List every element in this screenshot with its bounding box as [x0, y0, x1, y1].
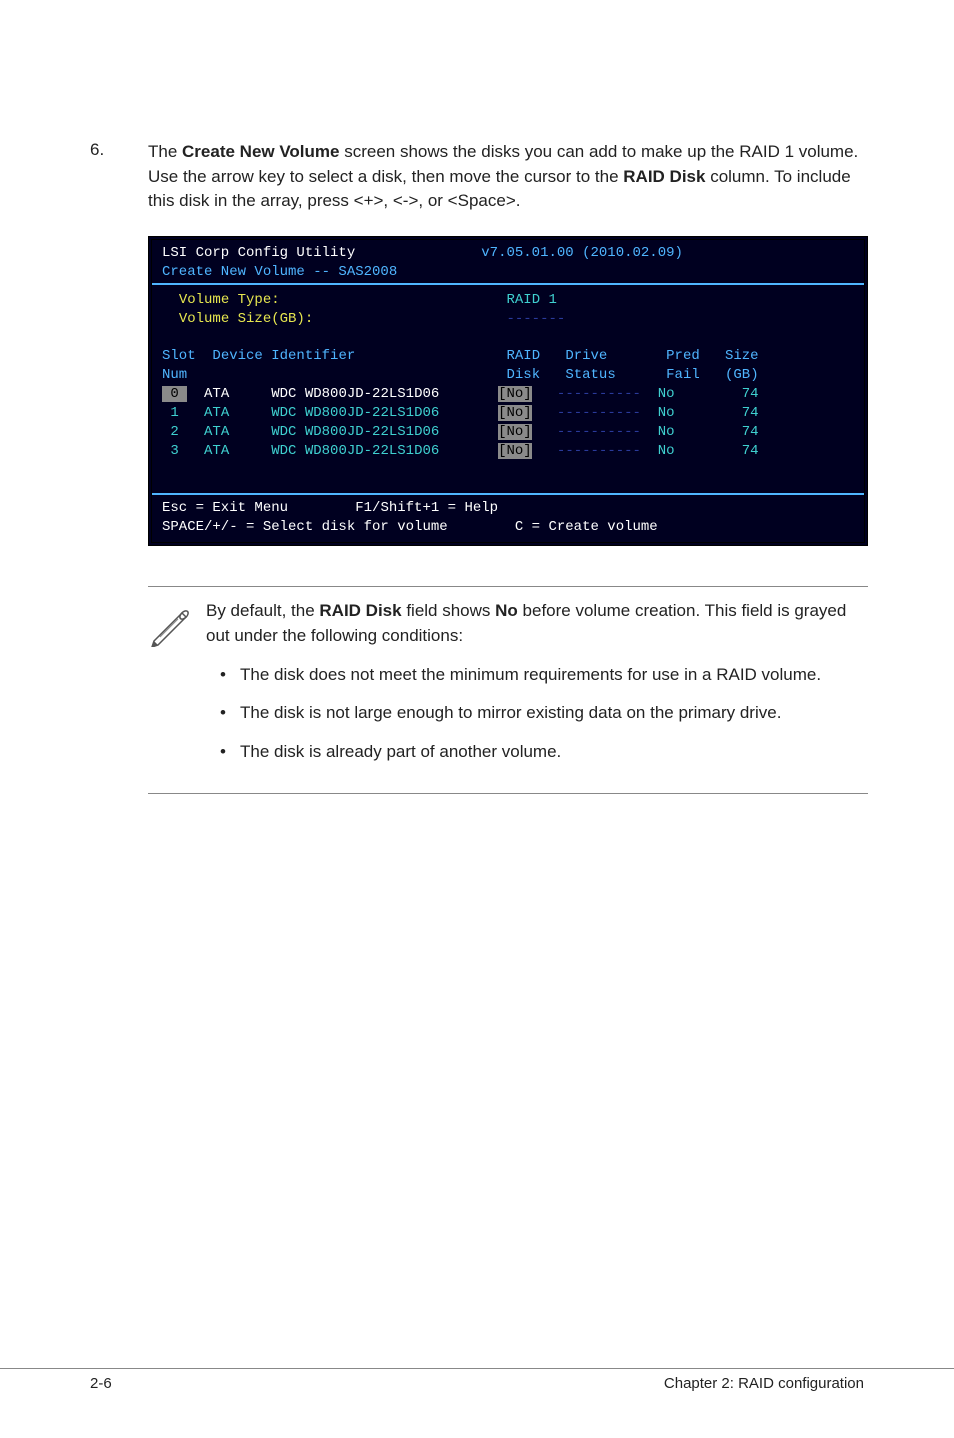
size-gb: 74 — [742, 405, 759, 421]
bold-raid-disk: RAID Disk — [623, 167, 705, 186]
size-gb: 74 — [742, 443, 759, 459]
col-headers-l2: Num Disk Status Fail (GB) — [162, 366, 854, 385]
device-id: ATA WDC WD800JD-22LS1D06 — [204, 424, 439, 440]
pred-fail: No — [658, 405, 675, 421]
note-bullet: The disk is already part of another volu… — [206, 740, 868, 765]
note-text-frag: field shows — [402, 601, 496, 620]
note-bold-raid-disk: RAID Disk — [319, 601, 401, 620]
device-id: ATA WDC WD800JD-22LS1D06 — [204, 386, 439, 402]
terminal-footer: Esc = Exit Menu F1/Shift+1 = Help SPACE/… — [152, 495, 864, 543]
chapter-title: Chapter 2: RAID configuration — [664, 1375, 864, 1392]
slot-num: 1 — [162, 405, 187, 421]
hdr-fail: Fail — [666, 367, 700, 383]
hdr-gb: (GB) — [725, 367, 759, 383]
hint-esc: Esc = Exit Menu — [162, 500, 288, 516]
bold-create-new-volume: Create New Volume — [182, 142, 339, 161]
note-bullet-list: The disk does not meet the minimum requi… — [206, 663, 868, 765]
pred-fail: No — [658, 386, 675, 402]
hdr-disk: Disk — [506, 367, 540, 383]
page-number: 2-6 — [90, 1375, 112, 1392]
document-page: 6. The Create New Volume screen shows th… — [0, 0, 954, 834]
page-footer: 2-6 Chapter 2: RAID configuration — [0, 1368, 954, 1392]
device-id: ATA WDC WD800JD-22LS1D06 — [204, 405, 439, 421]
vol-size-line: Volume Size(GB): ------- — [162, 310, 854, 329]
text-frag: The — [148, 142, 182, 161]
hdr-status: Status — [565, 367, 615, 383]
terminal-body: Volume Type: RAID 1 Volume Size(GB): ---… — [152, 285, 864, 495]
vol-type-line: Volume Type: RAID 1 — [162, 291, 854, 310]
note-bold-no: No — [495, 601, 518, 620]
device-id: ATA WDC WD800JD-22LS1D06 — [204, 443, 439, 459]
size-gb: 74 — [742, 386, 759, 402]
note-bullet: The disk is not large enough to mirror e… — [206, 701, 868, 726]
util-title: LSI Corp Config Utility — [162, 245, 355, 261]
disk-row-2[interactable]: 2 ATA WDC WD800JD-22LS1D06 [No] --------… — [162, 423, 854, 442]
hdr-size: Size — [725, 348, 759, 364]
raid-disk-value[interactable]: [No] — [498, 386, 532, 402]
vol-type-label: Volume Type: — [179, 292, 280, 308]
hdr-slot: Slot — [162, 348, 196, 364]
bios-terminal: LSI Corp Config Utility v7.05.01.00 (201… — [148, 236, 868, 547]
raid-disk-value[interactable]: [No] — [498, 405, 532, 421]
raid-disk-value[interactable]: [No] — [498, 443, 532, 459]
step-text: The Create New Volume screen shows the d… — [148, 140, 864, 214]
note-content: By default, the RAID Disk field shows No… — [206, 599, 868, 778]
blank-line — [162, 328, 854, 347]
hint-create: C = Create volume — [515, 519, 658, 535]
util-subtitle: Create New Volume -- SAS2008 — [162, 264, 397, 280]
note-block: By default, the RAID Disk field shows No… — [148, 586, 868, 793]
util-version: v7.05.01.00 (2010.02.09) — [481, 245, 683, 261]
terminal-header: LSI Corp Config Utility v7.05.01.00 (201… — [152, 240, 864, 285]
slot-num: 2 — [162, 424, 187, 440]
pencil-icon — [148, 599, 206, 778]
hdr-num: Num — [162, 367, 187, 383]
slot-num: 3 — [162, 443, 187, 459]
disk-row-0[interactable]: 0 ATA WDC WD800JD-22LS1D06 [No] --------… — [162, 385, 854, 404]
drive-status: ---------- — [557, 424, 641, 440]
raid-disk-value[interactable]: [No] — [498, 424, 532, 440]
col-headers-l1: Slot Device Identifier RAID Drive Pred S… — [162, 347, 854, 366]
size-gb: 74 — [742, 424, 759, 440]
step-6-row: 6. The Create New Volume screen shows th… — [90, 140, 864, 214]
hdr-pred: Pred — [666, 348, 700, 364]
hdr-drive: Drive — [565, 348, 607, 364]
step-number: 6. — [90, 140, 148, 214]
drive-status: ---------- — [557, 386, 641, 402]
pred-fail: No — [658, 424, 675, 440]
vol-type-value: RAID 1 — [506, 292, 556, 308]
disk-row-3[interactable]: 3 ATA WDC WD800JD-22LS1D06 [No] --------… — [162, 442, 854, 461]
hint-f1: F1/Shift+1 = Help — [355, 500, 498, 516]
drive-status: ---------- — [557, 443, 641, 459]
disk-row-1[interactable]: 1 ATA WDC WD800JD-22LS1D06 [No] --------… — [162, 404, 854, 423]
hint-space: SPACE/+/- = Select disk for volume — [162, 519, 448, 535]
vol-size-value: ------- — [506, 311, 565, 327]
drive-status: ---------- — [557, 405, 641, 421]
note-bullet: The disk does not meet the minimum requi… — [206, 663, 868, 688]
hdr-device: Device Identifier — [212, 348, 355, 364]
slot-num: 0 — [162, 386, 187, 402]
hdr-raid: RAID — [506, 348, 540, 364]
pred-fail: No — [658, 443, 675, 459]
vol-size-label: Volume Size(GB): — [179, 311, 313, 327]
note-text-frag: By default, the — [206, 601, 319, 620]
